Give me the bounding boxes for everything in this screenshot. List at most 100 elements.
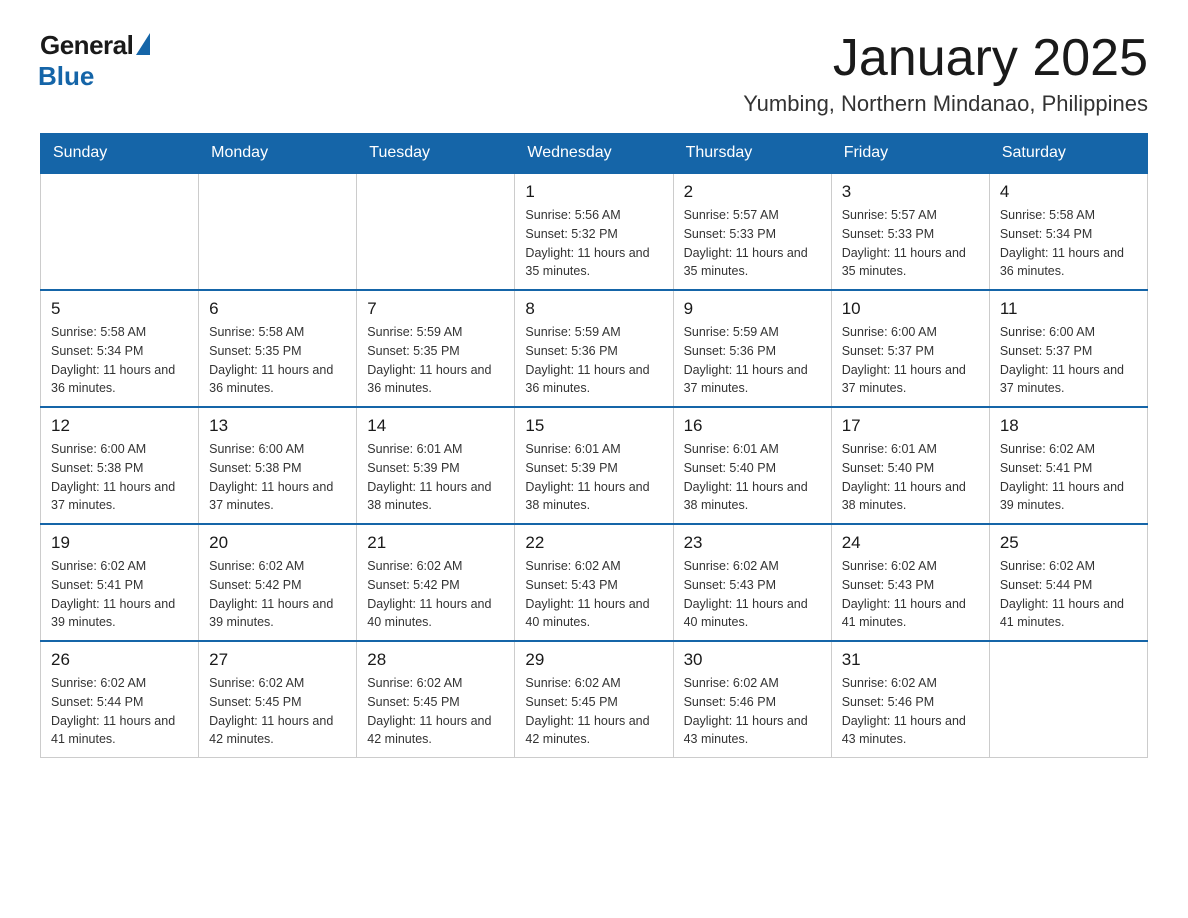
day-number: 12: [51, 416, 188, 436]
calendar-cell: 28 Sunrise: 6:02 AMSunset: 5:45 PMDayligh…: [357, 641, 515, 758]
day-info: Sunrise: 6:00 AMSunset: 5:37 PMDaylight:…: [1000, 323, 1137, 398]
calendar-table: SundayMondayTuesdayWednesdayThursdayFrid…: [40, 133, 1148, 758]
calendar-week-row: 5Sunrise: 5:58 AMSunset: 5:34 PMDaylight…: [41, 290, 1148, 407]
day-info: Sunrise: 5:59 AMSunset: 5:35 PMDaylight:…: [367, 323, 504, 398]
calendar-cell: 9Sunrise: 5:59 AMSunset: 5:36 PMDaylight…: [673, 290, 831, 407]
day-number: 30: [684, 650, 821, 670]
day-number: 11: [1000, 299, 1137, 319]
day-number: 22: [525, 533, 662, 553]
calendar-cell: 15 Sunrise: 6:01 AMSunset: 5:39 PMDayligh…: [515, 407, 673, 524]
day-number: 26: [51, 650, 188, 670]
day-info: Sunrise: 6:00 AMSunset: 5:37 PMDaylight:…: [842, 323, 979, 398]
day-number: 5: [51, 299, 188, 319]
day-info: Sunrise: 6:02 AMSunset: 5:44 PMDaylight:…: [51, 674, 188, 749]
calendar-cell: 14 Sunrise: 6:01 AMSunset: 5:39 PMDayligh…: [357, 407, 515, 524]
calendar-week-row: 1 Sunrise: 5:56 AMSunset: 5:32 PMDaylight…: [41, 173, 1148, 290]
day-info: Sunrise: 6:00 AMSunset: 5:38 PMDaylight:…: [209, 440, 346, 515]
logo: General Blue: [40, 30, 150, 92]
day-number: 28: [367, 650, 504, 670]
day-number: 17: [842, 416, 979, 436]
calendar-cell: 22 Sunrise: 6:02 AMSunset: 5:43 PMDayligh…: [515, 524, 673, 641]
calendar-cell: 29Sunrise: 6:02 AMSunset: 5:45 PMDayligh…: [515, 641, 673, 758]
day-number: 3: [842, 182, 979, 202]
day-number: 19: [51, 533, 188, 553]
day-info: Sunrise: 6:01 AMSunset: 5:40 PMDaylight:…: [684, 440, 821, 515]
calendar-cell: 24Sunrise: 6:02 AMSunset: 5:43 PMDayligh…: [831, 524, 989, 641]
title-area: January 2025 Yumbing, Northern Mindanao,…: [743, 30, 1148, 117]
calendar-cell: 31 Sunrise: 6:02 AMSunset: 5:46 PMDayligh…: [831, 641, 989, 758]
calendar-week-row: 12 Sunrise: 6:00 AMSunset: 5:38 PMDayligh…: [41, 407, 1148, 524]
calendar-cell: 17 Sunrise: 6:01 AMSunset: 5:40 PMDayligh…: [831, 407, 989, 524]
day-number: 25: [1000, 533, 1137, 553]
day-number: 4: [1000, 182, 1137, 202]
calendar-cell: [357, 173, 515, 290]
calendar-cell: 20 Sunrise: 6:02 AMSunset: 5:42 PMDayligh…: [199, 524, 357, 641]
calendar-cell: 26 Sunrise: 6:02 AMSunset: 5:44 PMDayligh…: [41, 641, 199, 758]
day-number: 20: [209, 533, 346, 553]
day-info: Sunrise: 6:02 AMSunset: 5:41 PMDaylight:…: [1000, 440, 1137, 515]
day-info: Sunrise: 5:59 AMSunset: 5:36 PMDaylight:…: [684, 323, 821, 398]
day-info: Sunrise: 5:57 AMSunset: 5:33 PMDaylight:…: [842, 206, 979, 281]
calendar-cell: 3 Sunrise: 5:57 AMSunset: 5:33 PMDaylight…: [831, 173, 989, 290]
day-info: Sunrise: 5:59 AMSunset: 5:36 PMDaylight:…: [525, 323, 662, 398]
calendar-cell: 10 Sunrise: 6:00 AMSunset: 5:37 PMDayligh…: [831, 290, 989, 407]
calendar-cell: 19 Sunrise: 6:02 AMSunset: 5:41 PMDayligh…: [41, 524, 199, 641]
day-number: 1: [525, 182, 662, 202]
day-info: Sunrise: 5:56 AMSunset: 5:32 PMDaylight:…: [525, 206, 662, 281]
day-number: 21: [367, 533, 504, 553]
day-info: Sunrise: 5:58 AMSunset: 5:34 PMDaylight:…: [1000, 206, 1137, 281]
calendar-cell: 21 Sunrise: 6:02 AMSunset: 5:42 PMDayligh…: [357, 524, 515, 641]
calendar-cell: 25 Sunrise: 6:02 AMSunset: 5:44 PMDayligh…: [989, 524, 1147, 641]
day-info: Sunrise: 5:57 AMSunset: 5:33 PMDaylight:…: [684, 206, 821, 281]
calendar-cell: 16Sunrise: 6:01 AMSunset: 5:40 PMDayligh…: [673, 407, 831, 524]
day-info: Sunrise: 6:01 AMSunset: 5:39 PMDaylight:…: [525, 440, 662, 515]
day-info: Sunrise: 6:02 AMSunset: 5:42 PMDaylight:…: [209, 557, 346, 632]
calendar-cell: 1 Sunrise: 5:56 AMSunset: 5:32 PMDaylight…: [515, 173, 673, 290]
day-number: 13: [209, 416, 346, 436]
month-title: January 2025: [743, 30, 1148, 87]
day-number: 27: [209, 650, 346, 670]
calendar-cell: 11 Sunrise: 6:00 AMSunset: 5:37 PMDayligh…: [989, 290, 1147, 407]
calendar-cell: 18 Sunrise: 6:02 AMSunset: 5:41 PMDayligh…: [989, 407, 1147, 524]
logo-general-text: General: [40, 30, 133, 61]
day-info: Sunrise: 6:02 AMSunset: 5:46 PMDaylight:…: [842, 674, 979, 749]
day-info: Sunrise: 6:01 AMSunset: 5:40 PMDaylight:…: [842, 440, 979, 515]
day-info: Sunrise: 6:02 AMSunset: 5:41 PMDaylight:…: [51, 557, 188, 632]
day-number: 6: [209, 299, 346, 319]
day-info: Sunrise: 6:02 AMSunset: 5:45 PMDaylight:…: [367, 674, 504, 749]
day-info: Sunrise: 6:02 AMSunset: 5:45 PMDaylight:…: [209, 674, 346, 749]
day-number: 31: [842, 650, 979, 670]
day-info: Sunrise: 6:02 AMSunset: 5:42 PMDaylight:…: [367, 557, 504, 632]
calendar-cell: 12 Sunrise: 6:00 AMSunset: 5:38 PMDayligh…: [41, 407, 199, 524]
day-number: 7: [367, 299, 504, 319]
day-number: 2: [684, 182, 821, 202]
calendar-header-monday: Monday: [199, 134, 357, 174]
page-header: General Blue January 2025 Yumbing, North…: [40, 30, 1148, 117]
calendar-cell: 8Sunrise: 5:59 AMSunset: 5:36 PMDaylight…: [515, 290, 673, 407]
calendar-cell: 6Sunrise: 5:58 AMSunset: 5:35 PMDaylight…: [199, 290, 357, 407]
day-info: Sunrise: 6:02 AMSunset: 5:45 PMDaylight:…: [525, 674, 662, 749]
day-info: Sunrise: 6:02 AMSunset: 5:44 PMDaylight:…: [1000, 557, 1137, 632]
calendar-cell: 23Sunrise: 6:02 AMSunset: 5:43 PMDayligh…: [673, 524, 831, 641]
calendar-header-row: SundayMondayTuesdayWednesdayThursdayFrid…: [41, 134, 1148, 174]
calendar-week-row: 26 Sunrise: 6:02 AMSunset: 5:44 PMDayligh…: [41, 641, 1148, 758]
calendar-cell: [41, 173, 199, 290]
day-number: 24: [842, 533, 979, 553]
day-number: 14: [367, 416, 504, 436]
calendar-cell: 4 Sunrise: 5:58 AMSunset: 5:34 PMDaylight…: [989, 173, 1147, 290]
day-number: 15: [525, 416, 662, 436]
calendar-header-saturday: Saturday: [989, 134, 1147, 174]
day-number: 10: [842, 299, 979, 319]
logo-blue-text: Blue: [38, 61, 94, 92]
day-info: Sunrise: 6:02 AMSunset: 5:43 PMDaylight:…: [525, 557, 662, 632]
day-info: Sunrise: 6:00 AMSunset: 5:38 PMDaylight:…: [51, 440, 188, 515]
calendar-cell: 27 Sunrise: 6:02 AMSunset: 5:45 PMDayligh…: [199, 641, 357, 758]
calendar-header-tuesday: Tuesday: [357, 134, 515, 174]
day-number: 18: [1000, 416, 1137, 436]
day-info: Sunrise: 6:01 AMSunset: 5:39 PMDaylight:…: [367, 440, 504, 515]
calendar-cell: 7 Sunrise: 5:59 AMSunset: 5:35 PMDaylight…: [357, 290, 515, 407]
day-info: Sunrise: 6:02 AMSunset: 5:46 PMDaylight:…: [684, 674, 821, 749]
calendar-header-sunday: Sunday: [41, 134, 199, 174]
calendar-header-friday: Friday: [831, 134, 989, 174]
day-info: Sunrise: 6:02 AMSunset: 5:43 PMDaylight:…: [684, 557, 821, 632]
